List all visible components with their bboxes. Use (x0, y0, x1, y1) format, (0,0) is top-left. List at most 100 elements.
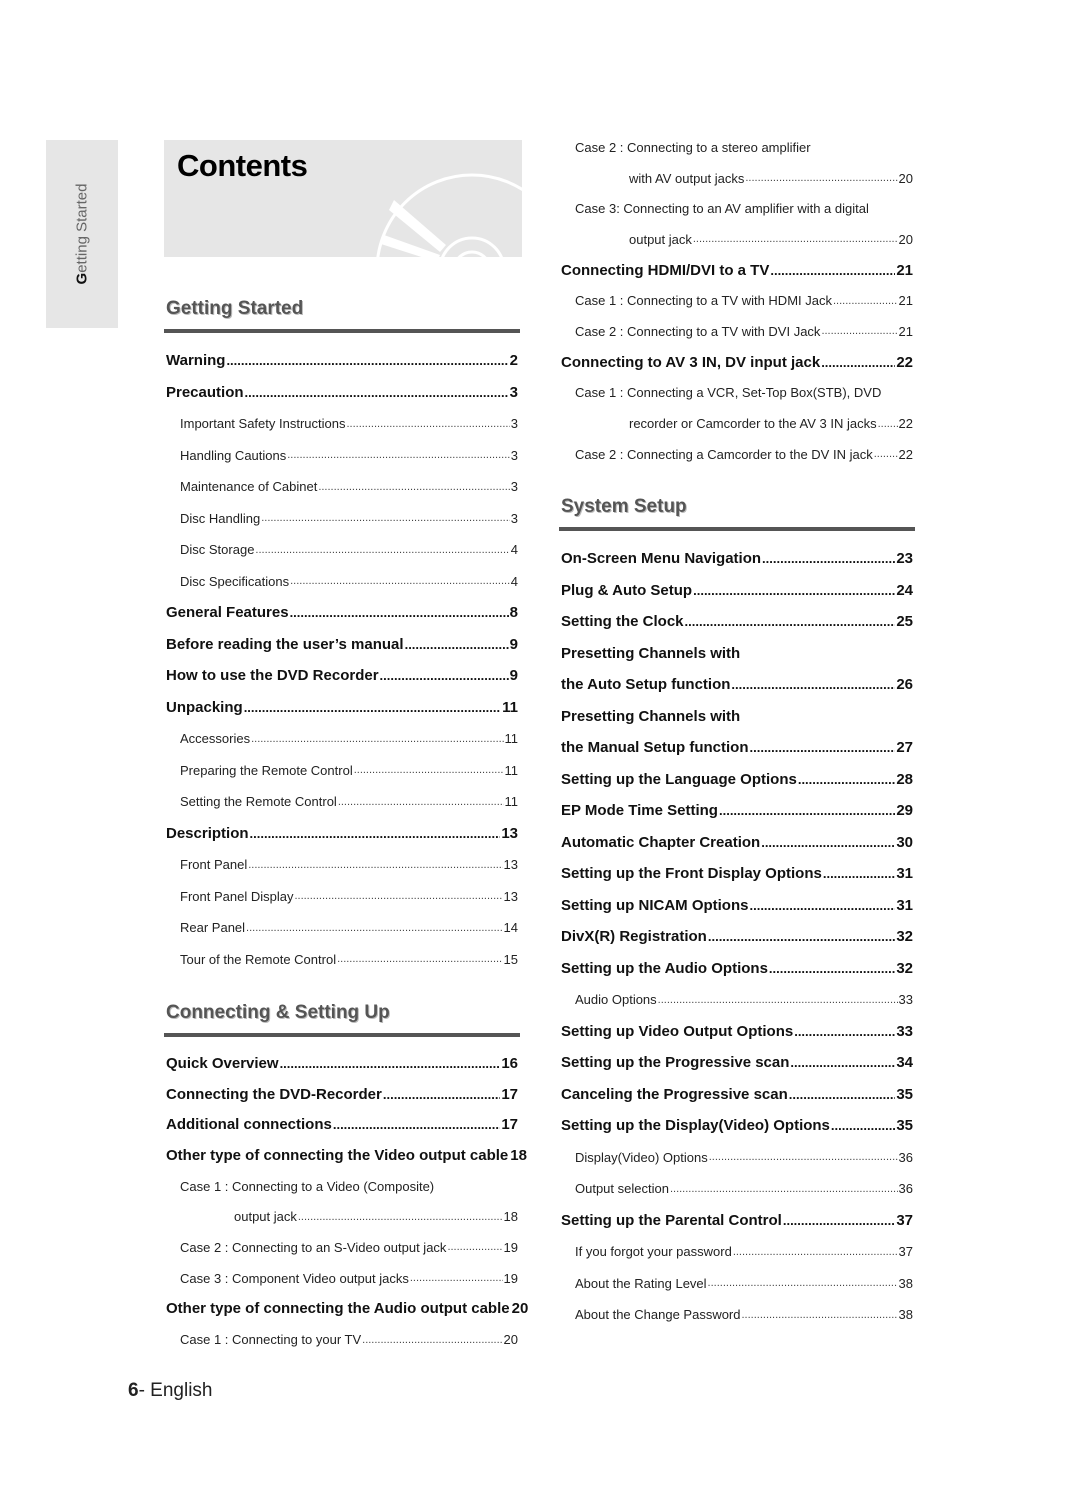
toc-entry[interactable]: Disc Storage 4 (166, 534, 518, 566)
toc-entry-page: 20 (503, 1332, 518, 1348)
toc-entry[interactable]: Setting the Clock 25 (561, 606, 913, 638)
toc-entry[interactable]: recorder or Camcorder to the AV 3 IN jac… (561, 408, 913, 439)
toc-entry[interactable]: Presetting Channels with (561, 701, 913, 733)
toc-entry[interactable]: Case 2 : Connecting to a stereo amplifie… (561, 132, 913, 163)
toc-entry[interactable]: How to use the DVD Recorder 9 (166, 660, 518, 692)
toc-entry[interactable]: About the Change Password 38 (561, 1299, 913, 1331)
toc-entry-page: 23 (896, 550, 913, 568)
dot-leader (693, 233, 898, 245)
toc-entry[interactable]: Setting up NICAM Options 31 (561, 890, 913, 922)
toc-entry-page: 11 (504, 731, 519, 747)
toc-entry[interactable]: Case 3 : Component Video output jacks 19 (166, 1263, 518, 1294)
toc-entry[interactable]: Setting up the Language Options 28 (561, 764, 913, 796)
toc-entry[interactable]: Preparing the Remote Control 11 (166, 755, 518, 787)
dot-leader (742, 1309, 898, 1321)
toc-entry[interactable]: Setting the Remote Control 11 (166, 786, 518, 818)
toc-entry[interactable]: output jack 18 (166, 1201, 518, 1232)
toc-entry-page: 27 (896, 739, 913, 757)
toc-entry[interactable]: Description 13 (166, 818, 518, 850)
toc-entry[interactable]: Setting up the Parental Control 37 (561, 1205, 913, 1237)
toc-entry[interactable]: Case 1 : Connecting to your TV 20 (166, 1324, 518, 1355)
toc-entry-page: 3 (509, 383, 518, 401)
toc-entry[interactable]: Accessories 11 (166, 723, 518, 755)
section-rule (164, 329, 520, 333)
toc-entry[interactable]: Case 2 : Connecting to an S-Video output… (166, 1232, 518, 1263)
toc-entry[interactable]: Case 3: Connecting to an AV amplifier wi… (561, 193, 913, 224)
toc-entry[interactable]: Quick Overview 16 (166, 1048, 518, 1079)
toc-entry[interactable]: Setting up the Audio Options 32 (561, 953, 913, 985)
section-rule (164, 1033, 520, 1037)
toc-entry[interactable]: General Features 8 (166, 597, 518, 629)
toc-entry-page: 19 (503, 1270, 518, 1286)
toc-entry[interactable]: output jack 20 (561, 224, 913, 255)
dot-leader (670, 1183, 898, 1195)
toc-entry-title: Case 1 : Connecting to your TV (180, 1332, 362, 1348)
toc-entry[interactable]: Display(Video) Options 36 (561, 1142, 913, 1174)
toc-entry[interactable]: the Auto Setup function 26 (561, 669, 913, 701)
toc-entry[interactable]: Disc Specifications 4 (166, 566, 518, 598)
toc-entry-title: Setting up the Parental Control (561, 1211, 782, 1229)
toc-entry-title: Setting up NICAM Options (561, 896, 749, 914)
toc-entry[interactable]: Plug & Auto Setup 24 (561, 575, 913, 607)
toc-entry[interactable]: Disc Handling 3 (166, 503, 518, 535)
toc-entry-title: Plug & Auto Setup (561, 581, 693, 599)
toc-list-connecting: Quick Overview 16 Connecting the DVD-Recor… (166, 1048, 528, 1355)
toc-entry[interactable]: Unpacking 11 (166, 692, 518, 724)
toc-entry[interactable]: DivX(R) Registration 32 (561, 921, 913, 953)
toc-entry[interactable]: Front Panel 13 (166, 849, 518, 881)
dot-leader (346, 418, 509, 430)
toc-entry-title: Case 2 : Connecting to a TV with DVI Jac… (575, 323, 821, 339)
toc-entry-title: Output selection (575, 1181, 669, 1197)
toc-entry[interactable]: Case 1 : Connecting to a TV with HDMI Ja… (561, 285, 913, 316)
page-title: Contents (177, 148, 308, 183)
toc-entry[interactable]: Maintenance of Cabinet 3 (166, 471, 518, 503)
toc-entry[interactable]: On-Screen Menu Navigation 23 (561, 543, 913, 575)
toc-entry-title: Case 3: Connecting to an AV amplifier wi… (575, 201, 869, 217)
toc-entry[interactable]: Connecting to AV 3 IN, DV input jack 22 (561, 347, 913, 378)
toc-entry-page: 15 (503, 951, 518, 967)
toc-entry[interactable]: About the Rating Level 38 (561, 1268, 913, 1300)
toc-entry[interactable]: Audio Options 33 (561, 984, 913, 1016)
dot-leader (719, 803, 895, 818)
toc-entry[interactable]: Case 1 : Connecting a VCR, Set-Top Box(S… (561, 378, 913, 409)
toc-entry[interactable]: Setting up the Progressive scan 34 (561, 1047, 913, 1079)
toc-entry[interactable]: Handling Cautions 3 (166, 440, 518, 472)
toc-entry[interactable]: EP Mode Time Setting 29 (561, 795, 913, 827)
toc-entry[interactable]: Case 1 : Connecting to a Video (Composit… (166, 1171, 518, 1202)
dot-leader (405, 637, 509, 652)
toc-entry[interactable]: Setting up Video Output Options 33 (561, 1016, 913, 1048)
toc-entry[interactable]: Warning 2 (166, 345, 518, 377)
toc-entry[interactable]: with AV output jacks 20 (561, 163, 913, 194)
toc-entry[interactable]: Output selection 36 (561, 1173, 913, 1205)
toc-entry[interactable]: Other type of connecting the Video outpu… (166, 1140, 527, 1171)
toc-entry-title: Case 1 : Connecting a VCR, Set-Top Box(S… (575, 385, 882, 401)
toc-entry[interactable]: Additional connections 17 (166, 1109, 518, 1140)
toc-entry[interactable]: Important Safety Instructions 3 (166, 408, 518, 440)
toc-entry[interactable]: Canceling the Progressive scan 35 (561, 1079, 913, 1111)
dot-leader (745, 172, 897, 184)
toc-entry[interactable]: Front Panel Display 13 (166, 881, 518, 913)
dot-leader (290, 605, 509, 620)
toc-entry[interactable]: Rear Panel 14 (166, 912, 518, 944)
dot-leader (708, 1277, 898, 1289)
toc-entry[interactable]: Before reading the user’s manual 9 (166, 629, 518, 661)
toc-entry[interactable]: Precaution 3 (166, 377, 518, 409)
toc-entry[interactable]: Setting up the Front Display Options 31 (561, 858, 913, 890)
toc-entry[interactable]: Connecting HDMI/DVI to a TV 21 (561, 255, 913, 286)
toc-entry-title: General Features (166, 604, 289, 622)
toc-entry[interactable]: Other type of connecting the Audio outpu… (166, 1294, 528, 1325)
toc-entry[interactable]: Automatic Chapter Creation 30 (561, 827, 913, 859)
toc-entry[interactable]: Case 2 : Connecting to a TV with DVI Jac… (561, 316, 913, 347)
toc-entry[interactable]: Setting up the Display(Video) Options 35 (561, 1110, 913, 1142)
toc-entry-page: 14 (503, 920, 518, 936)
toc-entry[interactable]: If you forgot your password 37 (561, 1236, 913, 1268)
toc-entry-title: output jack (234, 1209, 297, 1225)
toc-entry[interactable]: Tour of the Remote Control 15 (166, 944, 518, 976)
toc-list-connecting-continued: Case 2 : Connecting to a stereo amplifie… (561, 132, 913, 470)
toc-entry-title: with AV output jacks (629, 170, 745, 186)
toc-entry[interactable]: Presetting Channels with (561, 638, 913, 670)
toc-entry[interactable]: Case 2 : Connecting a Camcorder to the D… (561, 439, 913, 470)
toc-entry[interactable]: Connecting the DVD-Recorder 17 (166, 1079, 518, 1110)
toc-entry-page: 33 (896, 1022, 913, 1040)
toc-entry[interactable]: the Manual Setup function 27 (561, 732, 913, 764)
